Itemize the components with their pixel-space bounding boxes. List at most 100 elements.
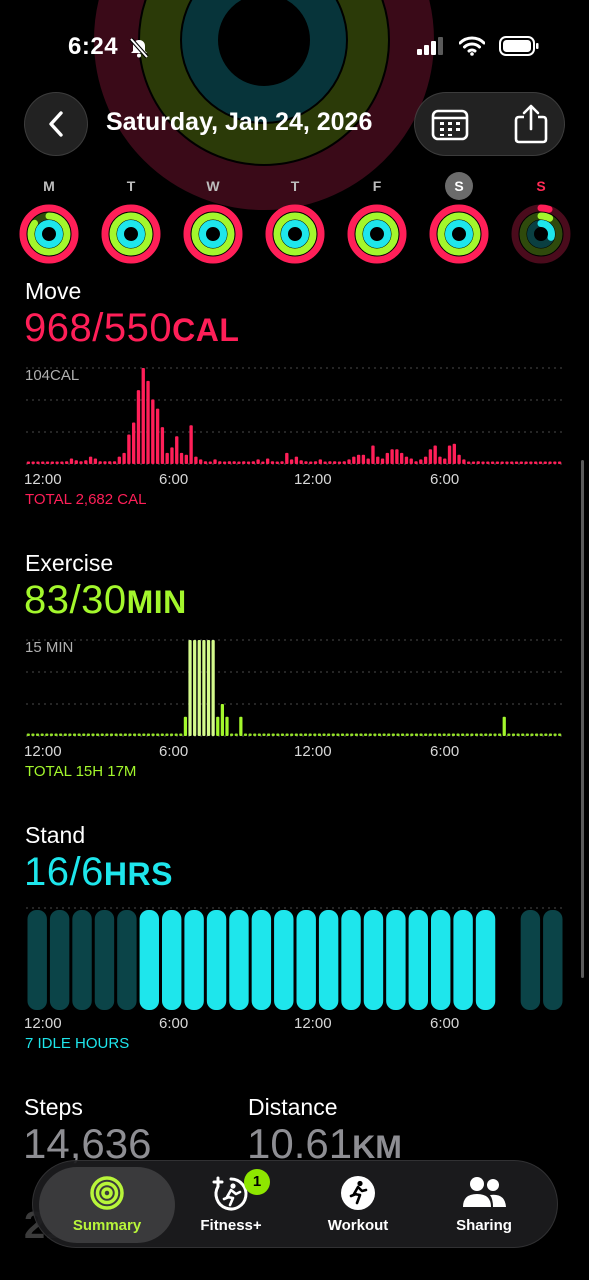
exercise-total: TOTAL 15H 17M — [25, 763, 137, 780]
bar — [414, 461, 418, 464]
week-day-6[interactable]: S — [510, 172, 572, 264]
bar — [160, 733, 164, 736]
bar — [222, 461, 227, 464]
bar — [230, 733, 234, 736]
bar — [376, 456, 380, 464]
ring-progress — [199, 220, 227, 248]
week-day-0[interactable]: M — [18, 172, 80, 264]
bar — [31, 733, 35, 736]
bar — [220, 704, 224, 736]
exercise-axis-label-0: 12:00 — [24, 743, 62, 760]
bar — [380, 458, 385, 464]
bar — [539, 733, 543, 736]
bar — [227, 461, 232, 464]
back-button[interactable] — [24, 92, 88, 156]
tab-summary[interactable]: Summary — [44, 1161, 170, 1249]
move-total: TOTAL 2,682 CAL — [25, 491, 147, 508]
week-day-1[interactable]: T — [100, 172, 162, 264]
bar — [474, 733, 479, 736]
bar — [45, 461, 50, 464]
stand-hour-bar — [94, 910, 115, 1010]
bar — [377, 733, 382, 736]
week-day-2[interactable]: W — [182, 172, 244, 264]
ring-progress — [117, 220, 145, 248]
bar — [211, 640, 215, 736]
bar — [336, 733, 340, 736]
bar — [170, 447, 174, 464]
exercise-axis-label-1: 6:00 — [159, 743, 189, 760]
bar — [505, 461, 509, 464]
bar — [543, 461, 547, 464]
bar — [530, 733, 534, 736]
bar — [49, 733, 54, 736]
bar — [327, 733, 331, 736]
stand-hour-bar — [475, 910, 496, 1010]
workout-runner-icon — [341, 1176, 375, 1210]
bar — [199, 459, 203, 464]
bar — [206, 640, 211, 736]
bar — [304, 461, 308, 464]
bar — [136, 390, 141, 464]
bar — [72, 733, 77, 736]
bar — [548, 733, 553, 736]
tab-fitness-plus-label: Fitness+ — [200, 1217, 262, 1234]
bar — [484, 733, 488, 736]
bar — [404, 456, 409, 464]
calendar-icon[interactable] — [431, 107, 469, 143]
bar — [510, 461, 514, 464]
tab-sharing[interactable]: Sharing — [421, 1161, 547, 1249]
bar — [345, 733, 349, 736]
stand-hour-bar — [296, 910, 316, 1010]
bar — [313, 733, 317, 736]
bar — [155, 408, 160, 464]
bar — [519, 461, 523, 464]
bar — [400, 733, 405, 736]
bar — [208, 461, 212, 464]
stand-axis-label-3: 6:00 — [430, 1015, 460, 1032]
week-day-5[interactable]: S — [428, 172, 490, 264]
stand-idle-hours: 7 IDLE HOURS — [25, 1035, 130, 1052]
move-axis-label-0: 12:00 — [24, 471, 62, 488]
bar — [400, 452, 404, 464]
bar — [160, 427, 165, 464]
bar — [538, 461, 543, 464]
bar — [462, 459, 466, 464]
stand-hour-bar — [72, 910, 92, 1010]
bar — [308, 733, 312, 736]
bar — [433, 733, 437, 736]
bar — [261, 461, 265, 464]
bar — [390, 449, 394, 464]
header-actions — [414, 92, 565, 156]
bar — [391, 733, 395, 736]
bar — [317, 733, 322, 736]
bar — [122, 452, 126, 464]
week-day-3[interactable]: T — [264, 172, 326, 264]
bar — [337, 461, 342, 464]
bar — [521, 733, 525, 736]
bar — [280, 461, 284, 464]
bar — [142, 733, 146, 736]
stand-hour-bar — [520, 910, 541, 1010]
ring-progress — [445, 220, 473, 248]
stand-axis-label-2: 12:00 — [294, 1015, 332, 1032]
share-icon[interactable] — [511, 103, 551, 145]
bar — [553, 461, 557, 464]
scroll-indicator[interactable] — [581, 460, 584, 978]
week-day-4[interactable]: F — [346, 172, 408, 264]
week-ring-row: MTWTFSS — [18, 172, 578, 272]
bar — [424, 733, 428, 736]
bar — [40, 733, 44, 736]
bar — [266, 733, 271, 736]
bar — [299, 733, 303, 736]
bar — [202, 640, 206, 736]
tab-workout[interactable]: Workout — [295, 1161, 421, 1249]
bar — [525, 733, 529, 736]
bar — [447, 445, 452, 464]
chevron-left-icon — [49, 111, 63, 137]
bar — [333, 461, 337, 464]
bar — [534, 733, 539, 736]
stand-hour-bar — [453, 910, 473, 1010]
bar — [479, 733, 483, 736]
tab-fitness-plus[interactable]: 1 Fitness+ — [168, 1161, 294, 1249]
bar — [156, 733, 160, 736]
